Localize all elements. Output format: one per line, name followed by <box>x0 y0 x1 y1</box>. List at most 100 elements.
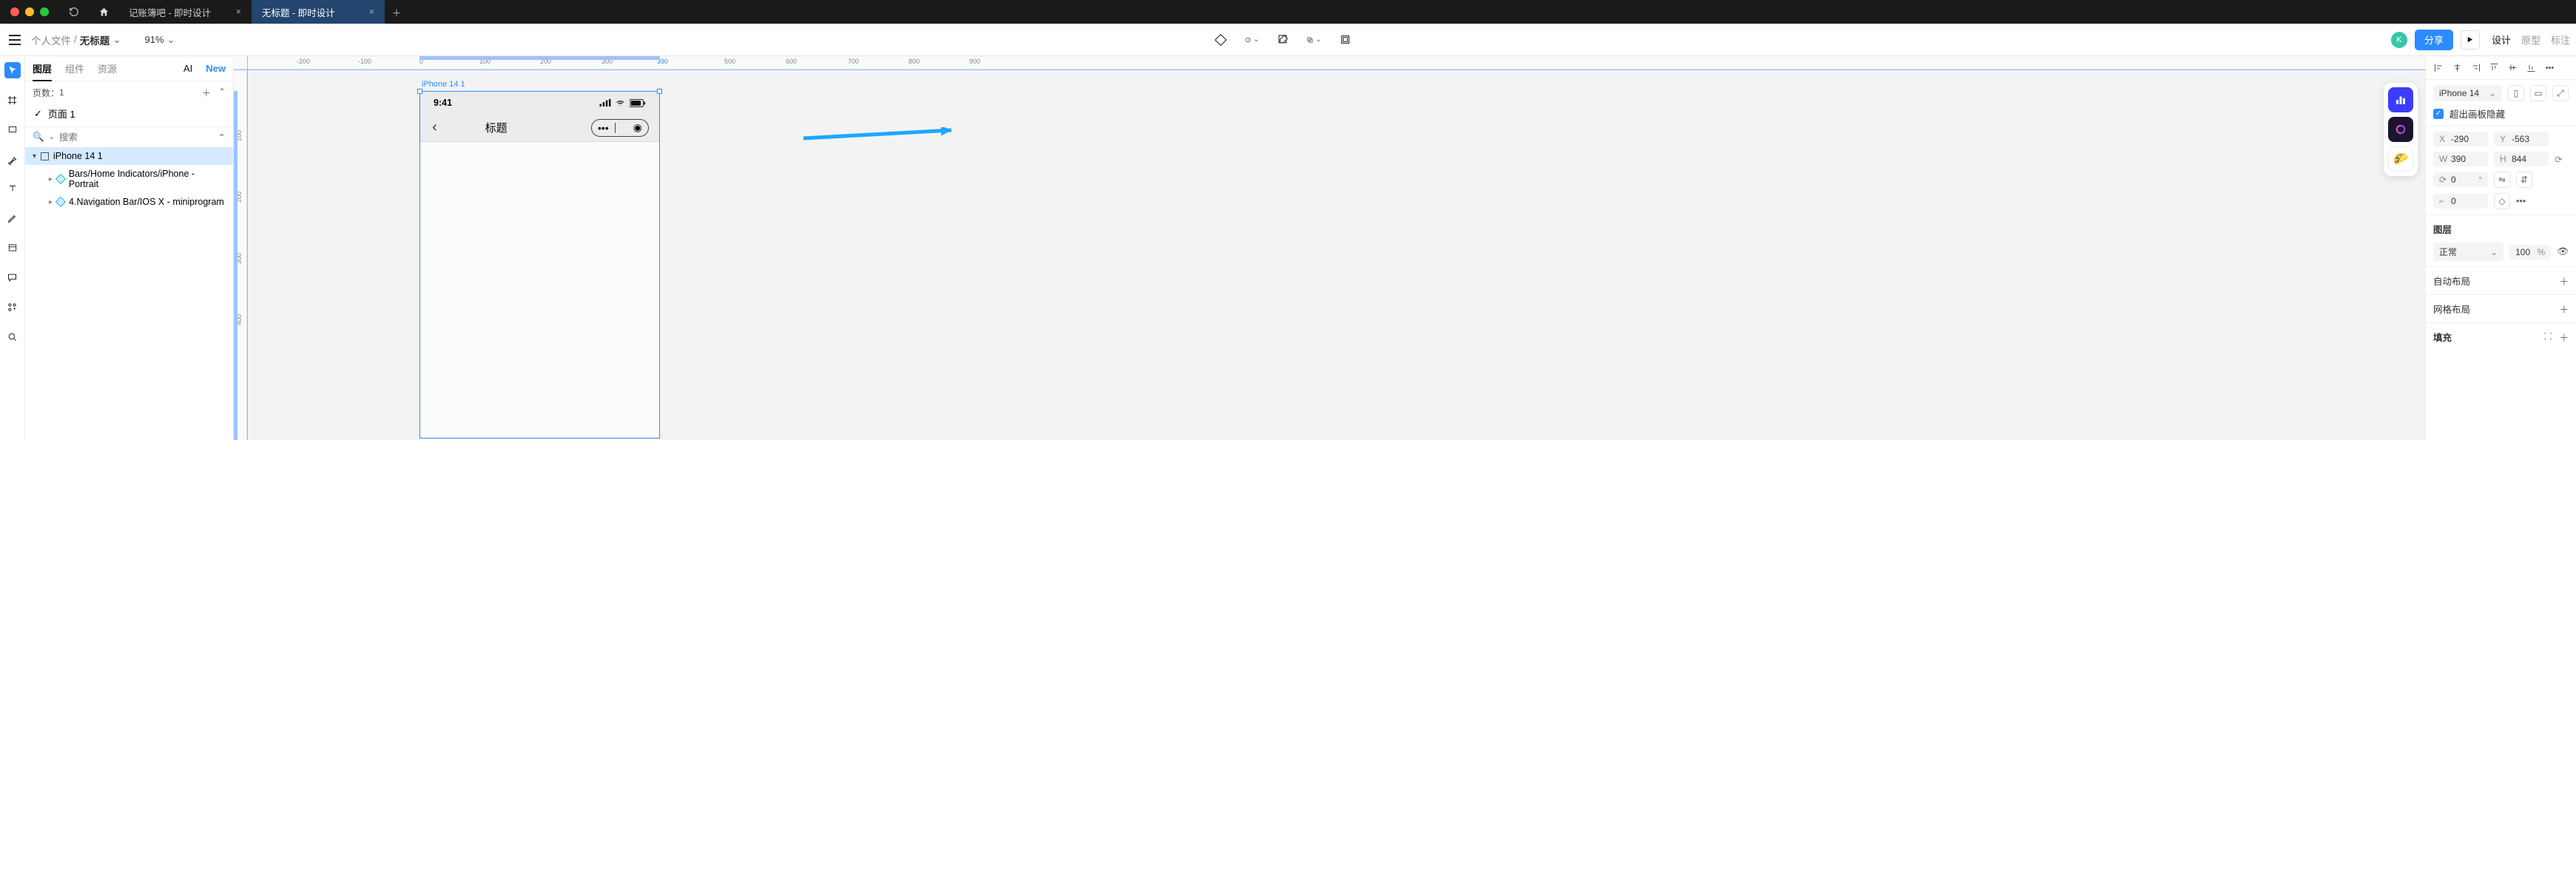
plugin-moon-icon[interactable] <box>2388 117 2413 142</box>
back-icon[interactable] <box>431 121 439 134</box>
section-gridlayout[interactable]: 网格布局 ＋ <box>2426 294 2576 322</box>
minimize-window-button[interactable] <box>25 7 34 16</box>
zoom-window-button[interactable] <box>40 7 49 16</box>
opacity-field[interactable]: 100 % <box>2509 245 2551 260</box>
flip-h-icon[interactable]: ⇋ <box>2494 172 2510 188</box>
resize-fit-icon[interactable]: ⤢ <box>2552 85 2569 101</box>
blend-mode-dropdown[interactable]: 正常 <box>2433 243 2503 261</box>
plugin-taco-icon[interactable]: 🌮 <box>2388 146 2413 172</box>
home-icon[interactable] <box>89 7 118 18</box>
component-tool-icon[interactable] <box>1213 33 1228 47</box>
share-button[interactable]: 分享 <box>2415 30 2453 50</box>
section-fill[interactable]: 填充 ⸬ ＋ <box>2426 322 2576 351</box>
visibility-icon[interactable]: 👁 <box>2557 246 2569 257</box>
pencil-tool[interactable] <box>4 210 21 226</box>
comment-tool[interactable] <box>4 269 21 285</box>
selection-handle[interactable] <box>657 89 662 94</box>
tab-components[interactable]: 组件 <box>65 61 84 75</box>
layer-row-component[interactable]: ▸ Bars/Home Indicators/iPhone - Portrait <box>25 165 233 193</box>
x-field[interactable]: X-290 <box>2433 132 2488 146</box>
canvas[interactable]: -200 -100 0 100 200 300 390 500 600 700 … <box>234 56 2425 440</box>
tab-inactive[interactable]: 记账簿吧 - 即时设计 × <box>118 0 252 24</box>
artboard-selection[interactable]: 9:41 标题 ••• ◉ <box>419 91 660 439</box>
align-top-icon[interactable] <box>2489 62 2500 73</box>
layer-search[interactable]: 🔍 ⌄ ⌃ <box>25 127 233 147</box>
align-left-icon[interactable] <box>2433 62 2444 73</box>
plugins-tool[interactable] <box>4 299 21 315</box>
align-right-icon[interactable] <box>2470 62 2481 73</box>
avatar[interactable]: K <box>2391 32 2407 48</box>
section-autolayout[interactable]: 自动布局 ＋ <box>2426 266 2576 294</box>
breadcrumb[interactable]: 个人文件 / 无标题 ⌄ <box>31 33 121 47</box>
ruler-horizontal: -200 -100 0 100 200 300 390 500 600 700 … <box>234 56 2425 70</box>
tab-ai[interactable]: AI <box>183 63 192 74</box>
tab-assets[interactable]: 资源 <box>98 61 117 75</box>
rotation-field[interactable]: ⟳0° <box>2433 172 2488 187</box>
orientation-landscape-icon[interactable]: ▭ <box>2530 85 2546 101</box>
move-tool[interactable] <box>4 62 21 78</box>
distribute-icon[interactable] <box>2544 62 2555 73</box>
selection-handle[interactable] <box>417 89 422 94</box>
tab-layers[interactable]: 图层 <box>33 61 52 81</box>
align-bottom-icon[interactable] <box>2526 62 2537 73</box>
more-icon[interactable]: ••• <box>2516 196 2526 206</box>
chevron-down-icon[interactable]: ▾ <box>33 152 36 160</box>
add-tab-button[interactable]: ＋ <box>385 5 408 19</box>
mode-annotate[interactable]: 标注 <box>2551 33 2570 47</box>
mode-prototype[interactable]: 原型 <box>2521 33 2540 47</box>
text-tool[interactable] <box>4 180 21 197</box>
tab-active[interactable]: 无标题 - 即时设计 × <box>252 0 385 24</box>
clip-checkbox[interactable]: ✓ <box>2433 109 2444 119</box>
close-icon[interactable]: × <box>236 7 241 17</box>
align-vcenter-icon[interactable] <box>2507 62 2518 73</box>
add-grid-button[interactable]: ＋ <box>2559 302 2569 316</box>
radius-field[interactable]: ⌐0 <box>2433 194 2488 209</box>
layer-row-frame[interactable]: ▾ iPhone 14 1 <box>25 147 233 165</box>
collapse-layers-icon[interactable]: ⌃ <box>218 132 226 143</box>
plugin-chart-icon[interactable] <box>2388 87 2413 112</box>
ruler-vertical: 100 200 300 400 <box>234 70 247 440</box>
y-field[interactable]: Y-563 <box>2494 132 2549 146</box>
crop-tool-icon[interactable] <box>1338 33 1352 47</box>
menu-button[interactable] <box>6 35 24 45</box>
add-autolayout-button[interactable]: ＋ <box>2559 274 2569 288</box>
w-field[interactable]: W390 <box>2433 152 2488 166</box>
mask-tool-icon[interactable]: ⌄ <box>1244 33 1259 47</box>
nav-title: 标题 <box>485 120 508 135</box>
pen-tool[interactable] <box>4 151 21 167</box>
align-hcenter-icon[interactable] <box>2452 62 2463 73</box>
mode-design[interactable]: 设计 <box>2492 33 2511 47</box>
h-field[interactable]: H844 <box>2494 152 2549 166</box>
search-tool[interactable] <box>4 328 21 345</box>
lock-aspect-icon[interactable]: ⟳ <box>2555 154 2562 165</box>
boolean-tool-icon[interactable]: ⌄ <box>1306 33 1321 47</box>
chevron-right-icon[interactable]: ▸ <box>49 198 53 206</box>
collapse-pages-icon[interactable]: ⌃ <box>218 87 226 99</box>
frame-preset-dropdown[interactable]: iPhone 14 <box>2433 85 2502 101</box>
add-page-button[interactable]: ＋ <box>202 87 211 99</box>
independent-corners-icon[interactable]: ◇ <box>2494 193 2510 209</box>
add-fill-button[interactable]: ＋ <box>2559 330 2569 344</box>
more-icon[interactable]: ••• <box>592 122 615 134</box>
target-icon[interactable]: ◉ <box>627 121 648 134</box>
page-item[interactable]: ✓ 页面 1 <box>25 104 233 123</box>
frame-tool[interactable] <box>4 92 21 108</box>
slice-tool[interactable] <box>4 240 21 256</box>
frame-icon <box>41 152 49 160</box>
orientation-portrait-icon[interactable]: ▯ <box>2508 85 2524 101</box>
flip-v-icon[interactable]: ⇵ <box>2516 172 2532 188</box>
fill-style-icon[interactable]: ⸬ <box>2544 330 2552 344</box>
play-button[interactable] <box>2461 30 2480 50</box>
chevron-right-icon[interactable]: ▸ <box>49 175 53 183</box>
zoom-dropdown[interactable]: 91% ⌄ <box>145 34 175 46</box>
close-icon[interactable]: × <box>369 7 374 17</box>
phone-status-bar: 9:41 <box>420 92 659 114</box>
edit-tool-icon[interactable] <box>1275 33 1290 47</box>
miniprogram-capsule[interactable]: ••• ◉ <box>591 119 649 137</box>
layer-row-component[interactable]: ▸ 4.Navigation Bar/IOS X - miniprogram <box>25 193 233 211</box>
rectangle-tool[interactable] <box>4 121 21 138</box>
reload-icon[interactable] <box>59 7 89 17</box>
artboard-label[interactable]: iPhone 14 1 <box>422 80 465 89</box>
close-window-button[interactable] <box>10 7 19 16</box>
search-input[interactable] <box>59 132 214 143</box>
